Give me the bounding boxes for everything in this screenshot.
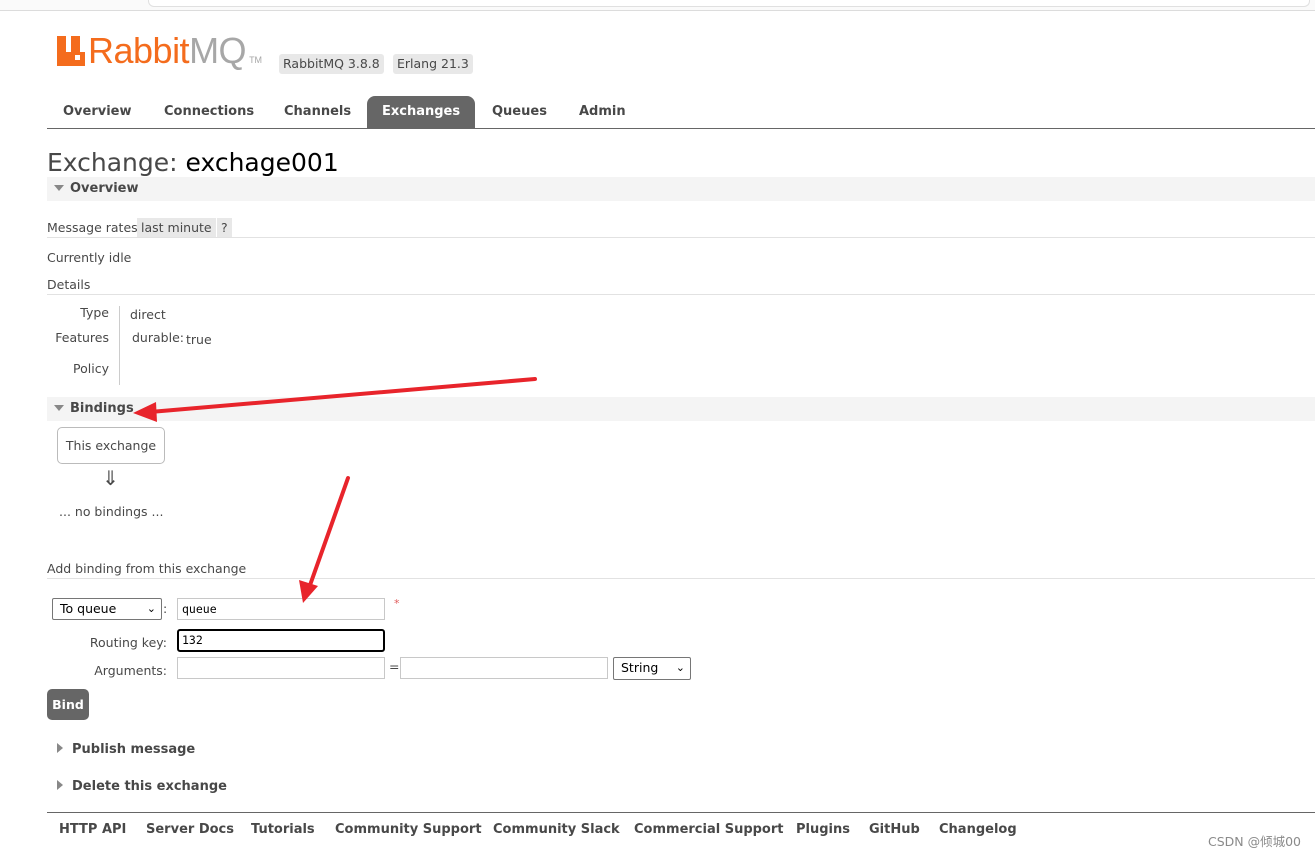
type-key: Type bbox=[80, 305, 109, 320]
divider bbox=[47, 578, 1315, 579]
delete-exchange-toggle[interactable]: Delete this exchange bbox=[57, 779, 227, 794]
status-text: Currently idle bbox=[47, 250, 132, 265]
details-separator bbox=[119, 306, 120, 385]
rates-range-selector[interactable]: last minute bbox=[137, 218, 216, 237]
footer-link-plugins[interactable]: Plugins bbox=[796, 822, 850, 837]
chevron-down-icon: ⌄ bbox=[675, 661, 685, 674]
routing-key-label: Routing key: bbox=[89, 635, 167, 650]
down-arrow-icon: ⇓ bbox=[102, 466, 119, 490]
tab-connections[interactable]: Connections bbox=[164, 96, 254, 128]
page-title: Exchange: exchage001 bbox=[47, 148, 339, 177]
main-nav: Overview Connections Channels Exchanges … bbox=[47, 96, 1315, 129]
csdn-watermark: CSDN @倾城00 bbox=[1207, 834, 1301, 849]
tab-admin[interactable]: Admin bbox=[579, 96, 626, 128]
footer-link-http-api[interactable]: HTTP API bbox=[59, 822, 126, 837]
triangle-down-icon bbox=[54, 185, 64, 191]
policy-key: Policy bbox=[73, 361, 109, 376]
footer-link-tutorials[interactable]: Tutorials bbox=[251, 822, 315, 837]
triangle-right-icon bbox=[57, 780, 63, 790]
footer-link-community-support[interactable]: Community Support bbox=[335, 822, 482, 837]
rabbitmq-logo-icon bbox=[57, 36, 85, 66]
argument-key-input[interactable] bbox=[177, 657, 385, 679]
routing-key-input[interactable]: 132 bbox=[177, 629, 385, 652]
type-value: direct bbox=[130, 307, 166, 322]
destination-type-select[interactable]: To queue ⌄ bbox=[52, 598, 162, 620]
divider bbox=[47, 294, 1315, 295]
message-rates-label: Message rates bbox=[47, 220, 138, 235]
argument-value-input[interactable] bbox=[400, 657, 608, 679]
tab-channels[interactable]: Channels bbox=[284, 96, 351, 128]
logo-wordmark: RabbitMQ bbox=[88, 30, 247, 71]
publish-message-toggle[interactable]: Publish message bbox=[57, 742, 195, 757]
footer: HTTP API Server Docs Tutorials Community… bbox=[47, 812, 1315, 856]
destination-name-input[interactable]: queue bbox=[177, 598, 385, 620]
features-durable-key: durable: bbox=[132, 330, 184, 345]
erlang-version-badge: Erlang 21.3 bbox=[393, 54, 473, 74]
bind-button[interactable]: Bind bbox=[47, 689, 89, 720]
overview-section-toggle[interactable]: Overview bbox=[47, 177, 1315, 201]
triangle-down-icon bbox=[54, 405, 64, 411]
footer-link-commercial-support[interactable]: Commercial Support bbox=[634, 822, 784, 837]
no-bindings-text: ... no bindings ... bbox=[59, 504, 164, 519]
tab-exchanges[interactable]: Exchanges bbox=[367, 96, 476, 128]
add-binding-heading: Add binding from this exchange bbox=[47, 561, 247, 576]
annotation-arrow-queue-input bbox=[299, 476, 350, 603]
features-durable-value: true bbox=[186, 332, 212, 347]
colon: : bbox=[163, 601, 168, 616]
help-button[interactable]: ? bbox=[217, 218, 232, 237]
features-key: Features bbox=[55, 330, 109, 345]
browser-tab-edge bbox=[148, 0, 1310, 7]
logo-trademark: TM bbox=[249, 55, 263, 65]
required-marker: * bbox=[394, 597, 400, 610]
equals-sign: = bbox=[389, 659, 400, 674]
rabbitmq-version-badge: RabbitMQ 3.8.8 bbox=[279, 54, 384, 74]
details-label: Details bbox=[47, 277, 91, 292]
footer-link-server-docs[interactable]: Server Docs bbox=[146, 822, 234, 837]
divider bbox=[47, 237, 1315, 238]
arguments-label: Arguments: bbox=[94, 663, 167, 678]
tab-overview[interactable]: Overview bbox=[63, 96, 132, 128]
footer-link-community-slack[interactable]: Community Slack bbox=[493, 822, 620, 837]
chevron-down-icon: ⌄ bbox=[146, 602, 156, 615]
argument-type-select[interactable]: String ⌄ bbox=[613, 657, 691, 680]
tab-queues[interactable]: Queues bbox=[492, 96, 547, 128]
this-exchange-box: This exchange bbox=[57, 427, 165, 464]
footer-link-github[interactable]: GitHub bbox=[869, 822, 920, 837]
footer-link-changelog[interactable]: Changelog bbox=[939, 822, 1017, 837]
exchange-name: exchage001 bbox=[185, 148, 339, 177]
rabbitmq-logo[interactable]: RabbitMQ TM bbox=[57, 30, 263, 71]
bindings-section-toggle[interactable]: Bindings bbox=[47, 397, 1315, 421]
triangle-right-icon bbox=[57, 743, 63, 753]
browser-top-strip bbox=[0, 0, 1315, 11]
